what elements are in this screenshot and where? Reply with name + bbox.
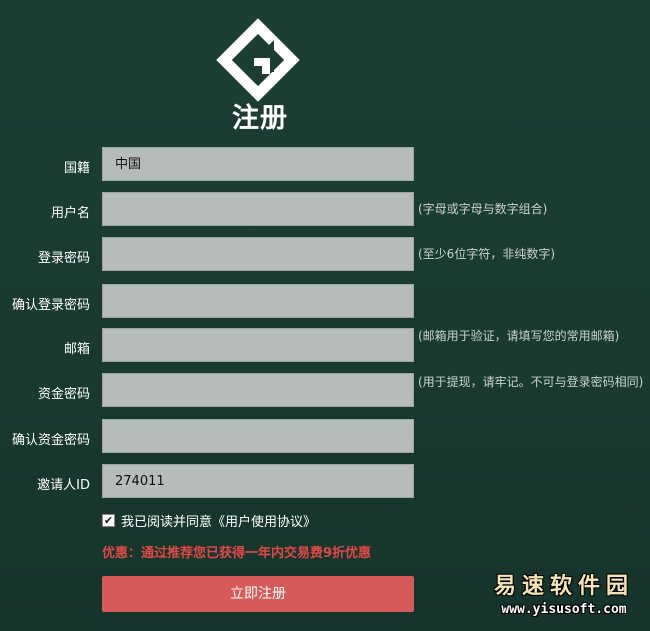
fund-password-label: 资金密码 xyxy=(37,387,90,402)
g-diamond-logo-icon xyxy=(216,18,300,102)
country-select[interactable]: 中国 xyxy=(102,147,414,181)
username-hint: (字母或字母与数字组合) xyxy=(418,202,548,216)
email-input[interactable] xyxy=(102,328,414,362)
fund-password-input[interactable] xyxy=(102,373,414,407)
confirm-fund-password-label: 确认资金密码 xyxy=(11,433,90,448)
username-input[interactable] xyxy=(102,192,414,226)
promo-text: 优惠：通过推荐您已获得一年内交易费9折优惠 xyxy=(102,546,372,561)
inviter-id-label: 邀请人ID xyxy=(37,478,90,493)
inviter-id-input[interactable]: 274011 xyxy=(102,464,414,498)
email-hint: (邮箱用于验证，请填写您的常用邮箱) xyxy=(418,329,620,343)
watermark: 易速软件园 www.yisusoft.com xyxy=(484,568,644,617)
country-label: 国籍 xyxy=(63,161,90,176)
email-label: 邮箱 xyxy=(63,342,90,357)
confirm-fund-password-input[interactable] xyxy=(102,419,414,453)
agreement-text[interactable]: 我已阅读并同意《用户使用协议》 xyxy=(121,511,316,530)
login-password-input[interactable] xyxy=(102,237,414,271)
username-label: 用户名 xyxy=(50,206,90,221)
login-password-label: 登录密码 xyxy=(37,251,90,266)
agreement-row[interactable]: ✔ 我已阅读并同意《用户使用协议》 xyxy=(102,511,316,530)
watermark-name: 易速软件园 xyxy=(493,573,634,599)
agreement-checkbox[interactable]: ✔ xyxy=(102,513,115,527)
confirm-login-password-input[interactable] xyxy=(102,284,414,318)
fund-password-hint: (用于提现，请牢记。不可与登录密码相同) xyxy=(418,375,644,389)
page-title: 注册 xyxy=(232,103,288,134)
confirm-login-password-label: 确认登录密码 xyxy=(11,298,90,313)
watermark-url: www.yisusoft.com xyxy=(501,602,627,617)
login-password-hint: (至少6位字符，非纯数字) xyxy=(418,247,555,261)
register-button[interactable]: 立即注册 xyxy=(102,576,414,612)
